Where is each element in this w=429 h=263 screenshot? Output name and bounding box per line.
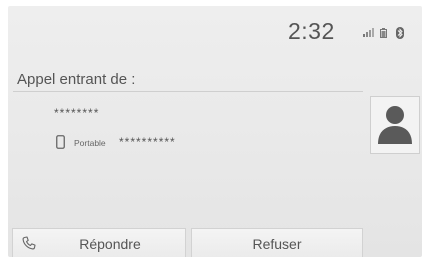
incoming-call-title: Appel entrant de : xyxy=(17,71,136,88)
phone-number: ********** xyxy=(119,135,176,149)
contact-silhouette-icon xyxy=(378,106,412,144)
bluetooth-icon xyxy=(396,27,404,39)
decline-button-label: Refuser xyxy=(252,236,302,252)
incoming-call-panel: 2:32 Appel entrant de : ******** Portabl… xyxy=(8,6,422,257)
handset-icon xyxy=(22,236,36,250)
clock: 2:32 xyxy=(288,18,335,44)
signal-strength-icon xyxy=(363,28,374,37)
answer-button[interactable]: Répondre xyxy=(12,228,186,257)
caller-name: ******** xyxy=(54,106,100,120)
screen: 2:32 Appel entrant de : ******** Portabl… xyxy=(0,0,429,263)
mobile-phone-icon xyxy=(56,135,65,149)
answer-button-label: Répondre xyxy=(79,236,141,252)
phone-type-label: Portable xyxy=(74,138,106,148)
contact-avatar xyxy=(370,96,420,154)
battery-icon xyxy=(380,28,387,38)
divider xyxy=(13,91,363,92)
decline-button[interactable]: Refuser xyxy=(191,228,363,257)
status-icons xyxy=(363,27,415,39)
